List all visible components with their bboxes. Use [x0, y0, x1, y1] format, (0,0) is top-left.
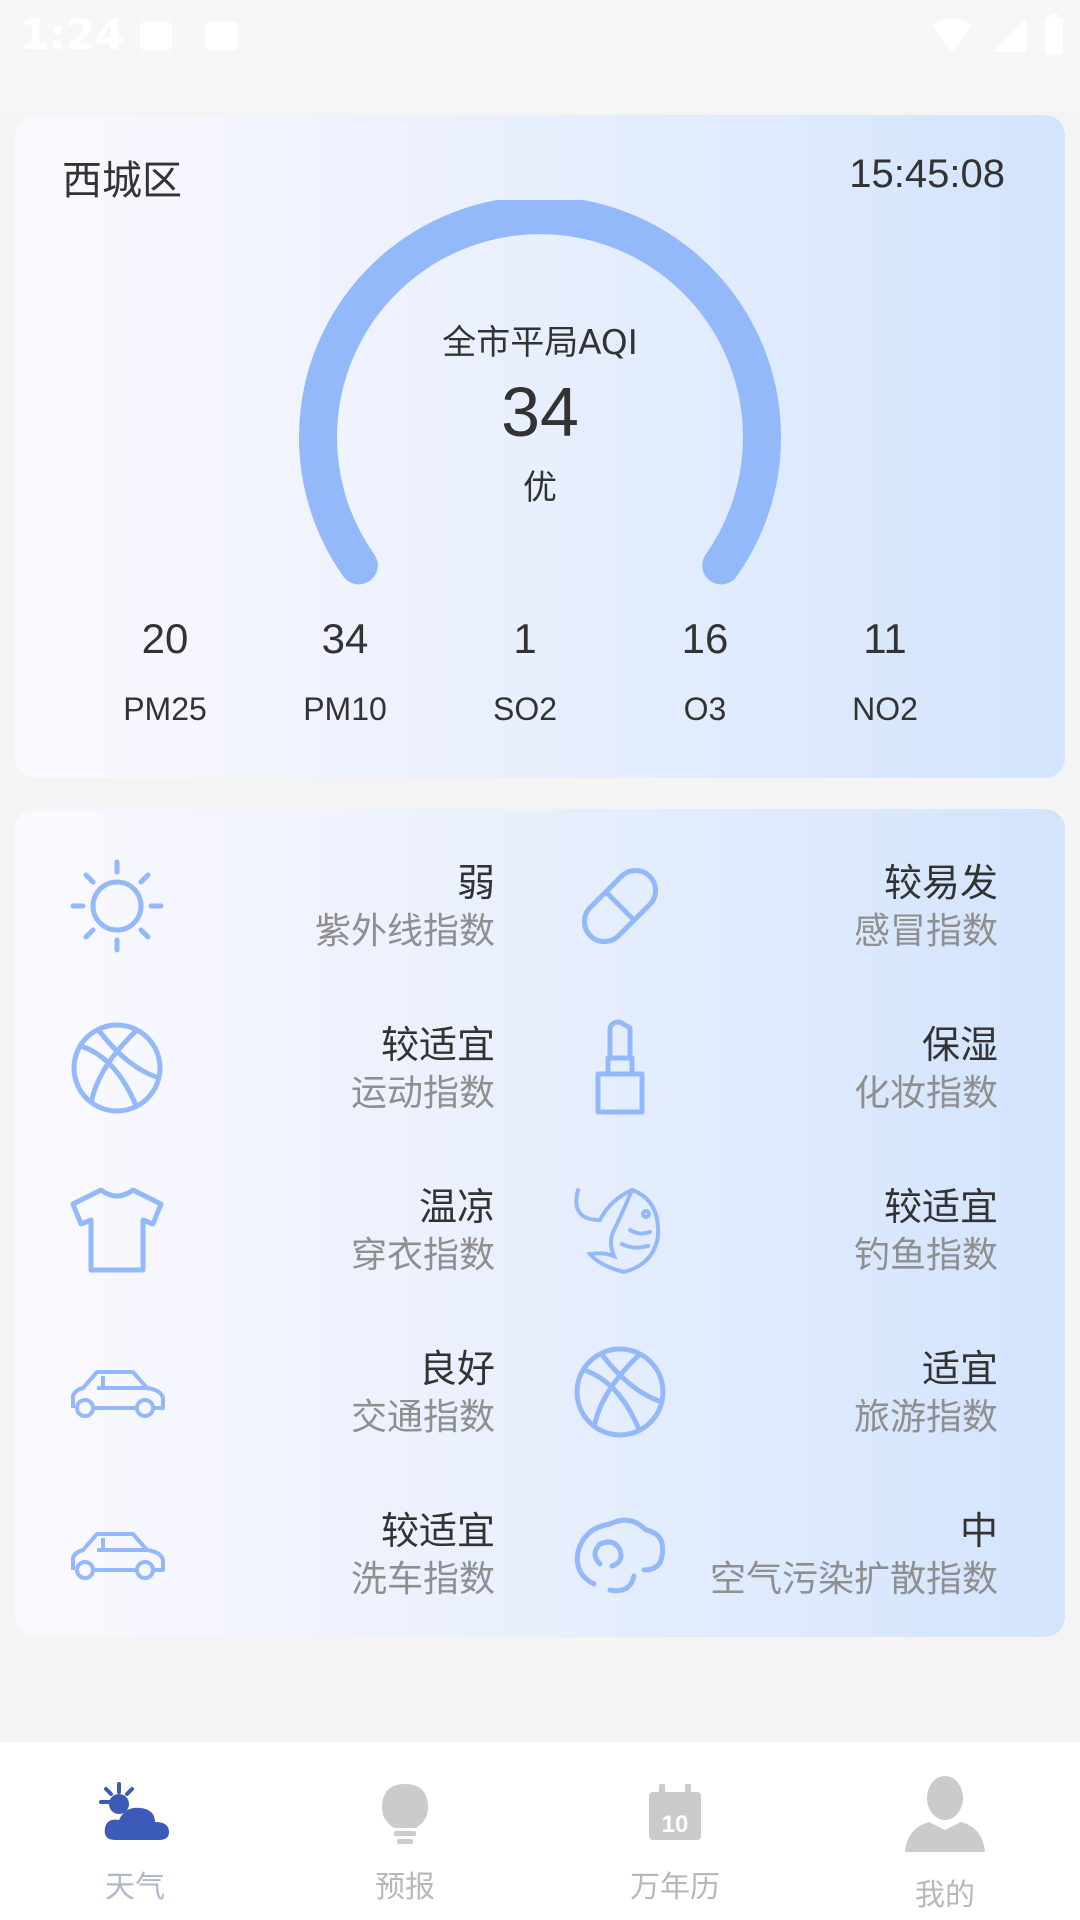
index-traffic[interactable]: 良好 交通指数 — [15, 1334, 495, 1444]
system-icons — [930, 14, 1066, 56]
pollutant-value: 20 — [141, 615, 189, 662]
index-dressing[interactable]: 温凉 穿衣指数 — [15, 1172, 495, 1282]
pollutant-value: 1 — [513, 615, 537, 662]
index-value: 适宜 — [921, 1347, 998, 1391]
pollutant-name: SO2 — [492, 691, 558, 727]
index-value: 温凉 — [418, 1185, 495, 1229]
index-uv[interactable]: 弱 紫外线指数 — [15, 848, 495, 958]
index-label: 运动指数 — [350, 1073, 495, 1114]
pollutant-name: O3 — [683, 691, 727, 727]
pollutant-list: 20 PM25 34 PM10 1 SO2 16 O3 11 NO2 — [75, 615, 975, 728]
car-icon — [71, 1532, 165, 1580]
index-label: 交通指数 — [350, 1397, 495, 1438]
index-travel[interactable]: 适宜 旅游指数 — [518, 1334, 998, 1444]
pollutant-value: 16 — [681, 615, 729, 662]
nav-tab-calendar[interactable]: 10 万年历 — [575, 1742, 775, 1920]
tshirt-icon — [70, 1187, 164, 1273]
aqi-value: 34 — [501, 373, 579, 451]
index-carwash[interactable]: 较适宜 洗车指数 — [15, 1496, 495, 1606]
battery-icon — [1045, 14, 1063, 54]
pollutant-name: PM25 — [123, 691, 207, 727]
pollutant-o3: 16 O3 — [615, 615, 795, 728]
index-sport[interactable]: 较适宜 运动指数 — [15, 1010, 495, 1120]
index-label: 空气污染扩散指数 — [709, 1559, 998, 1600]
nav-label: 我的 — [915, 1878, 975, 1913]
pollutant-no2: 11 NO2 — [795, 615, 975, 728]
index-label: 钓鱼指数 — [853, 1235, 998, 1276]
bottom-nav: 天气 预报 10 万年历 我的 — [0, 1742, 1080, 1920]
aqi-level: 优 — [523, 468, 557, 508]
pollutant-value: 11 — [863, 615, 907, 662]
index-value: 较易发 — [883, 861, 998, 905]
user-icon — [905, 1776, 985, 1852]
image-notification-icon — [140, 22, 172, 50]
district-name[interactable]: 西城区 — [62, 148, 182, 206]
index-value: 较适宜 — [380, 1023, 495, 1067]
nav-label: 预报 — [375, 1870, 435, 1905]
index-cold[interactable]: 较易发 感冒指数 — [518, 848, 998, 958]
index-label: 洗车指数 — [350, 1559, 495, 1600]
index-pollution-diffusion[interactable]: 中 空气污染扩散指数 — [518, 1496, 998, 1606]
calendar-day: 10 — [662, 1811, 689, 1838]
index-value: 中 — [959, 1509, 998, 1553]
nav-label: 天气 — [105, 1870, 165, 1905]
nav-label: 万年历 — [630, 1870, 720, 1905]
fish-icon — [574, 1188, 661, 1275]
lipstick-icon — [595, 1019, 645, 1115]
basketball-icon — [574, 1346, 666, 1438]
car-icon — [71, 1370, 165, 1418]
nav-tab-forecast[interactable]: 预报 — [305, 1742, 505, 1920]
nav-tab-weather[interactable]: 天气 — [35, 1742, 235, 1920]
basketball-icon — [71, 1022, 163, 1114]
index-label: 紫外线指数 — [314, 911, 495, 952]
pollutant-value: 34 — [321, 615, 369, 662]
calendar-icon: 10 — [649, 1784, 701, 1840]
index-value: 良好 — [418, 1347, 495, 1391]
wifi-icon — [932, 18, 972, 52]
pollutant-name: NO2 — [852, 691, 918, 727]
index-value: 弱 — [456, 861, 495, 905]
index-fishing[interactable]: 较适宜 钓鱼指数 — [518, 1172, 998, 1282]
status-time: 1:24 — [20, 10, 125, 59]
sun-icon — [70, 859, 164, 953]
index-value: 保湿 — [921, 1023, 998, 1067]
image-notification-icon — [206, 22, 238, 50]
index-value: 较适宜 — [883, 1185, 998, 1229]
index-label: 穿衣指数 — [350, 1235, 495, 1276]
pollutant-pm25: 20 PM25 — [75, 615, 255, 728]
index-value: 较适宜 — [380, 1509, 495, 1553]
status-bar: 1:24 — [0, 0, 1080, 112]
nav-tab-profile[interactable]: 我的 — [845, 1742, 1045, 1920]
signal-icon — [992, 18, 1026, 52]
index-label: 旅游指数 — [853, 1397, 998, 1438]
pill-icon — [581, 867, 659, 945]
notification-icons — [138, 18, 240, 54]
index-makeup[interactable]: 保湿 化妆指数 — [518, 1010, 998, 1120]
index-label: 感冒指数 — [853, 911, 998, 952]
pollutant-name: PM10 — [303, 691, 387, 727]
current-time: 15:45:08 — [849, 152, 1005, 196]
pollutant-pm10: 34 PM10 — [255, 615, 435, 728]
pollutant-so2: 1 SO2 — [435, 615, 615, 728]
index-label: 化妆指数 — [853, 1073, 998, 1114]
lightbulb-icon — [382, 1784, 428, 1844]
weather-icon — [99, 1782, 169, 1840]
aqi-label: 全市平局AQI — [442, 323, 638, 363]
wind-icon — [574, 1517, 666, 1594]
